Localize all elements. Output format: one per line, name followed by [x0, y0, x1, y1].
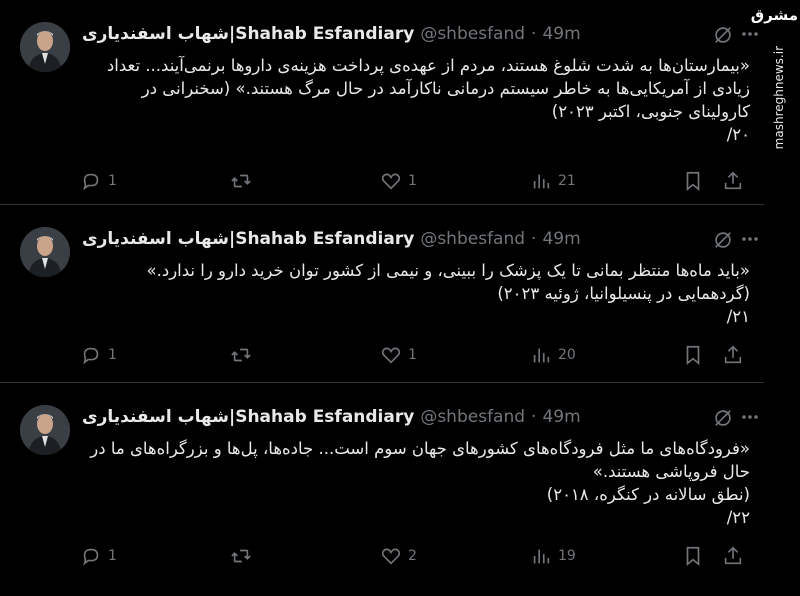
reply-icon — [83, 173, 99, 191]
views-button[interactable]: 21 — [530, 170, 576, 192]
avatar[interactable] — [20, 227, 70, 277]
reply-button[interactable]: 1 — [80, 545, 117, 567]
avatar-image — [20, 22, 70, 72]
like-count: 1 — [408, 173, 417, 189]
share-button[interactable] — [722, 545, 744, 567]
reply-count: 1 — [108, 347, 117, 363]
display-name[interactable]: شهاب اسفندیاری|Shahab Esfandiary — [82, 229, 414, 249]
like-count: 2 — [408, 548, 417, 564]
reply-icon — [83, 548, 99, 566]
separator: · — [531, 24, 537, 44]
reply-count: 1 — [108, 173, 117, 189]
more-options-icon[interactable] — [740, 26, 760, 42]
watermark-logo: مشرق — [750, 6, 798, 24]
like-icon — [381, 548, 401, 565]
tweet[interactable]: شهاب اسفندیاری|Shahab Esfandiary @shbesf… — [0, 0, 764, 205]
views-icon — [533, 549, 550, 564]
tweet[interactable]: شهاب اسفندیاری|Shahab Esfandiary @shbesf… — [0, 205, 764, 383]
repost-icon — [231, 348, 251, 362]
share-icon — [724, 345, 742, 364]
share-icon — [724, 171, 742, 190]
avatar-image — [20, 227, 70, 277]
avatar-image — [20, 405, 70, 455]
tweet-header: شهاب اسفندیاری|Shahab Esfandiary @shbesf… — [82, 405, 750, 429]
grok-icon[interactable] — [712, 229, 734, 251]
tweet-header: شهاب اسفندیاری|Shahab Esfandiary @shbesf… — [82, 227, 750, 251]
tweet-text: «فرودگاه‌های ما مثل فرودگاه‌های کشورهای … — [90, 439, 750, 527]
tweet-text: «بیمارستان‌ها به شدت شلوغ هستند، مردم از… — [106, 56, 750, 144]
bookmark-icon — [686, 171, 700, 192]
separator: · — [531, 229, 537, 249]
tweet-header: شهاب اسفندیاری|Shahab Esfandiary @shbesf… — [82, 22, 750, 46]
reply-icon — [83, 347, 99, 365]
avatar[interactable] — [20, 405, 70, 455]
tweet-actions: 1 1 21 — [80, 170, 750, 196]
handle[interactable]: @shbesfand — [420, 407, 525, 427]
tweet-actions: 1 1 20 — [80, 344, 750, 370]
share-icon — [724, 546, 742, 565]
reply-button[interactable]: 1 — [80, 170, 117, 192]
repost-button[interactable] — [230, 170, 258, 192]
repost-button[interactable] — [230, 344, 258, 366]
grok-icon[interactable] — [712, 24, 734, 46]
bookmark-icon — [686, 546, 700, 567]
display-name[interactable]: شهاب اسفندیاری|Shahab Esfandiary — [82, 407, 414, 427]
reply-button[interactable]: 1 — [80, 344, 117, 366]
grok-icon[interactable] — [712, 407, 734, 429]
like-button[interactable]: 1 — [380, 344, 417, 366]
view-count: 19 — [558, 548, 576, 564]
views-icon — [533, 174, 550, 189]
like-button[interactable]: 2 — [380, 545, 417, 567]
timestamp[interactable]: 49m — [542, 229, 580, 249]
more-options-icon[interactable] — [740, 231, 760, 247]
like-icon — [381, 173, 401, 190]
timestamp[interactable]: 49m — [542, 24, 580, 44]
tweet[interactable]: شهاب اسفندیاری|Shahab Esfandiary @shbesf… — [0, 383, 764, 596]
share-button[interactable] — [722, 170, 744, 192]
avatar[interactable] — [20, 22, 70, 72]
handle[interactable]: @shbesfand — [420, 24, 525, 44]
view-count: 20 — [558, 347, 576, 363]
views-button[interactable]: 20 — [530, 344, 576, 366]
like-icon — [381, 347, 401, 364]
watermark-site: mashreghnews.ir — [772, 46, 786, 150]
share-button[interactable] — [722, 344, 744, 366]
repost-icon — [231, 549, 251, 563]
repost-icon — [231, 174, 251, 188]
tweet-text: «باید ماه‌ها منتظر بمانی تا یک پزشک را ب… — [146, 261, 750, 326]
like-count: 1 — [408, 347, 417, 363]
bookmark-icon — [686, 345, 700, 366]
reply-count: 1 — [108, 548, 117, 564]
bookmark-button[interactable] — [682, 170, 704, 192]
bookmark-button[interactable] — [682, 344, 704, 366]
like-button[interactable]: 1 — [380, 170, 417, 192]
more-options-icon[interactable] — [740, 409, 760, 425]
timestamp[interactable]: 49m — [542, 407, 580, 427]
handle[interactable]: @shbesfand — [420, 229, 525, 249]
view-count: 21 — [558, 173, 576, 189]
views-icon — [533, 348, 550, 363]
repost-button[interactable] — [230, 545, 258, 567]
tweet-actions: 1 2 19 — [80, 545, 750, 571]
views-button[interactable]: 19 — [530, 545, 576, 567]
display-name[interactable]: شهاب اسفندیاری|Shahab Esfandiary — [82, 24, 414, 44]
watermark-strip: مشرق mashreghnews.ir — [750, 0, 800, 596]
tweet-feed: شهاب اسفندیاری|Shahab Esfandiary @shbesf… — [0, 0, 764, 596]
separator: · — [531, 407, 537, 427]
bookmark-button[interactable] — [682, 545, 704, 567]
